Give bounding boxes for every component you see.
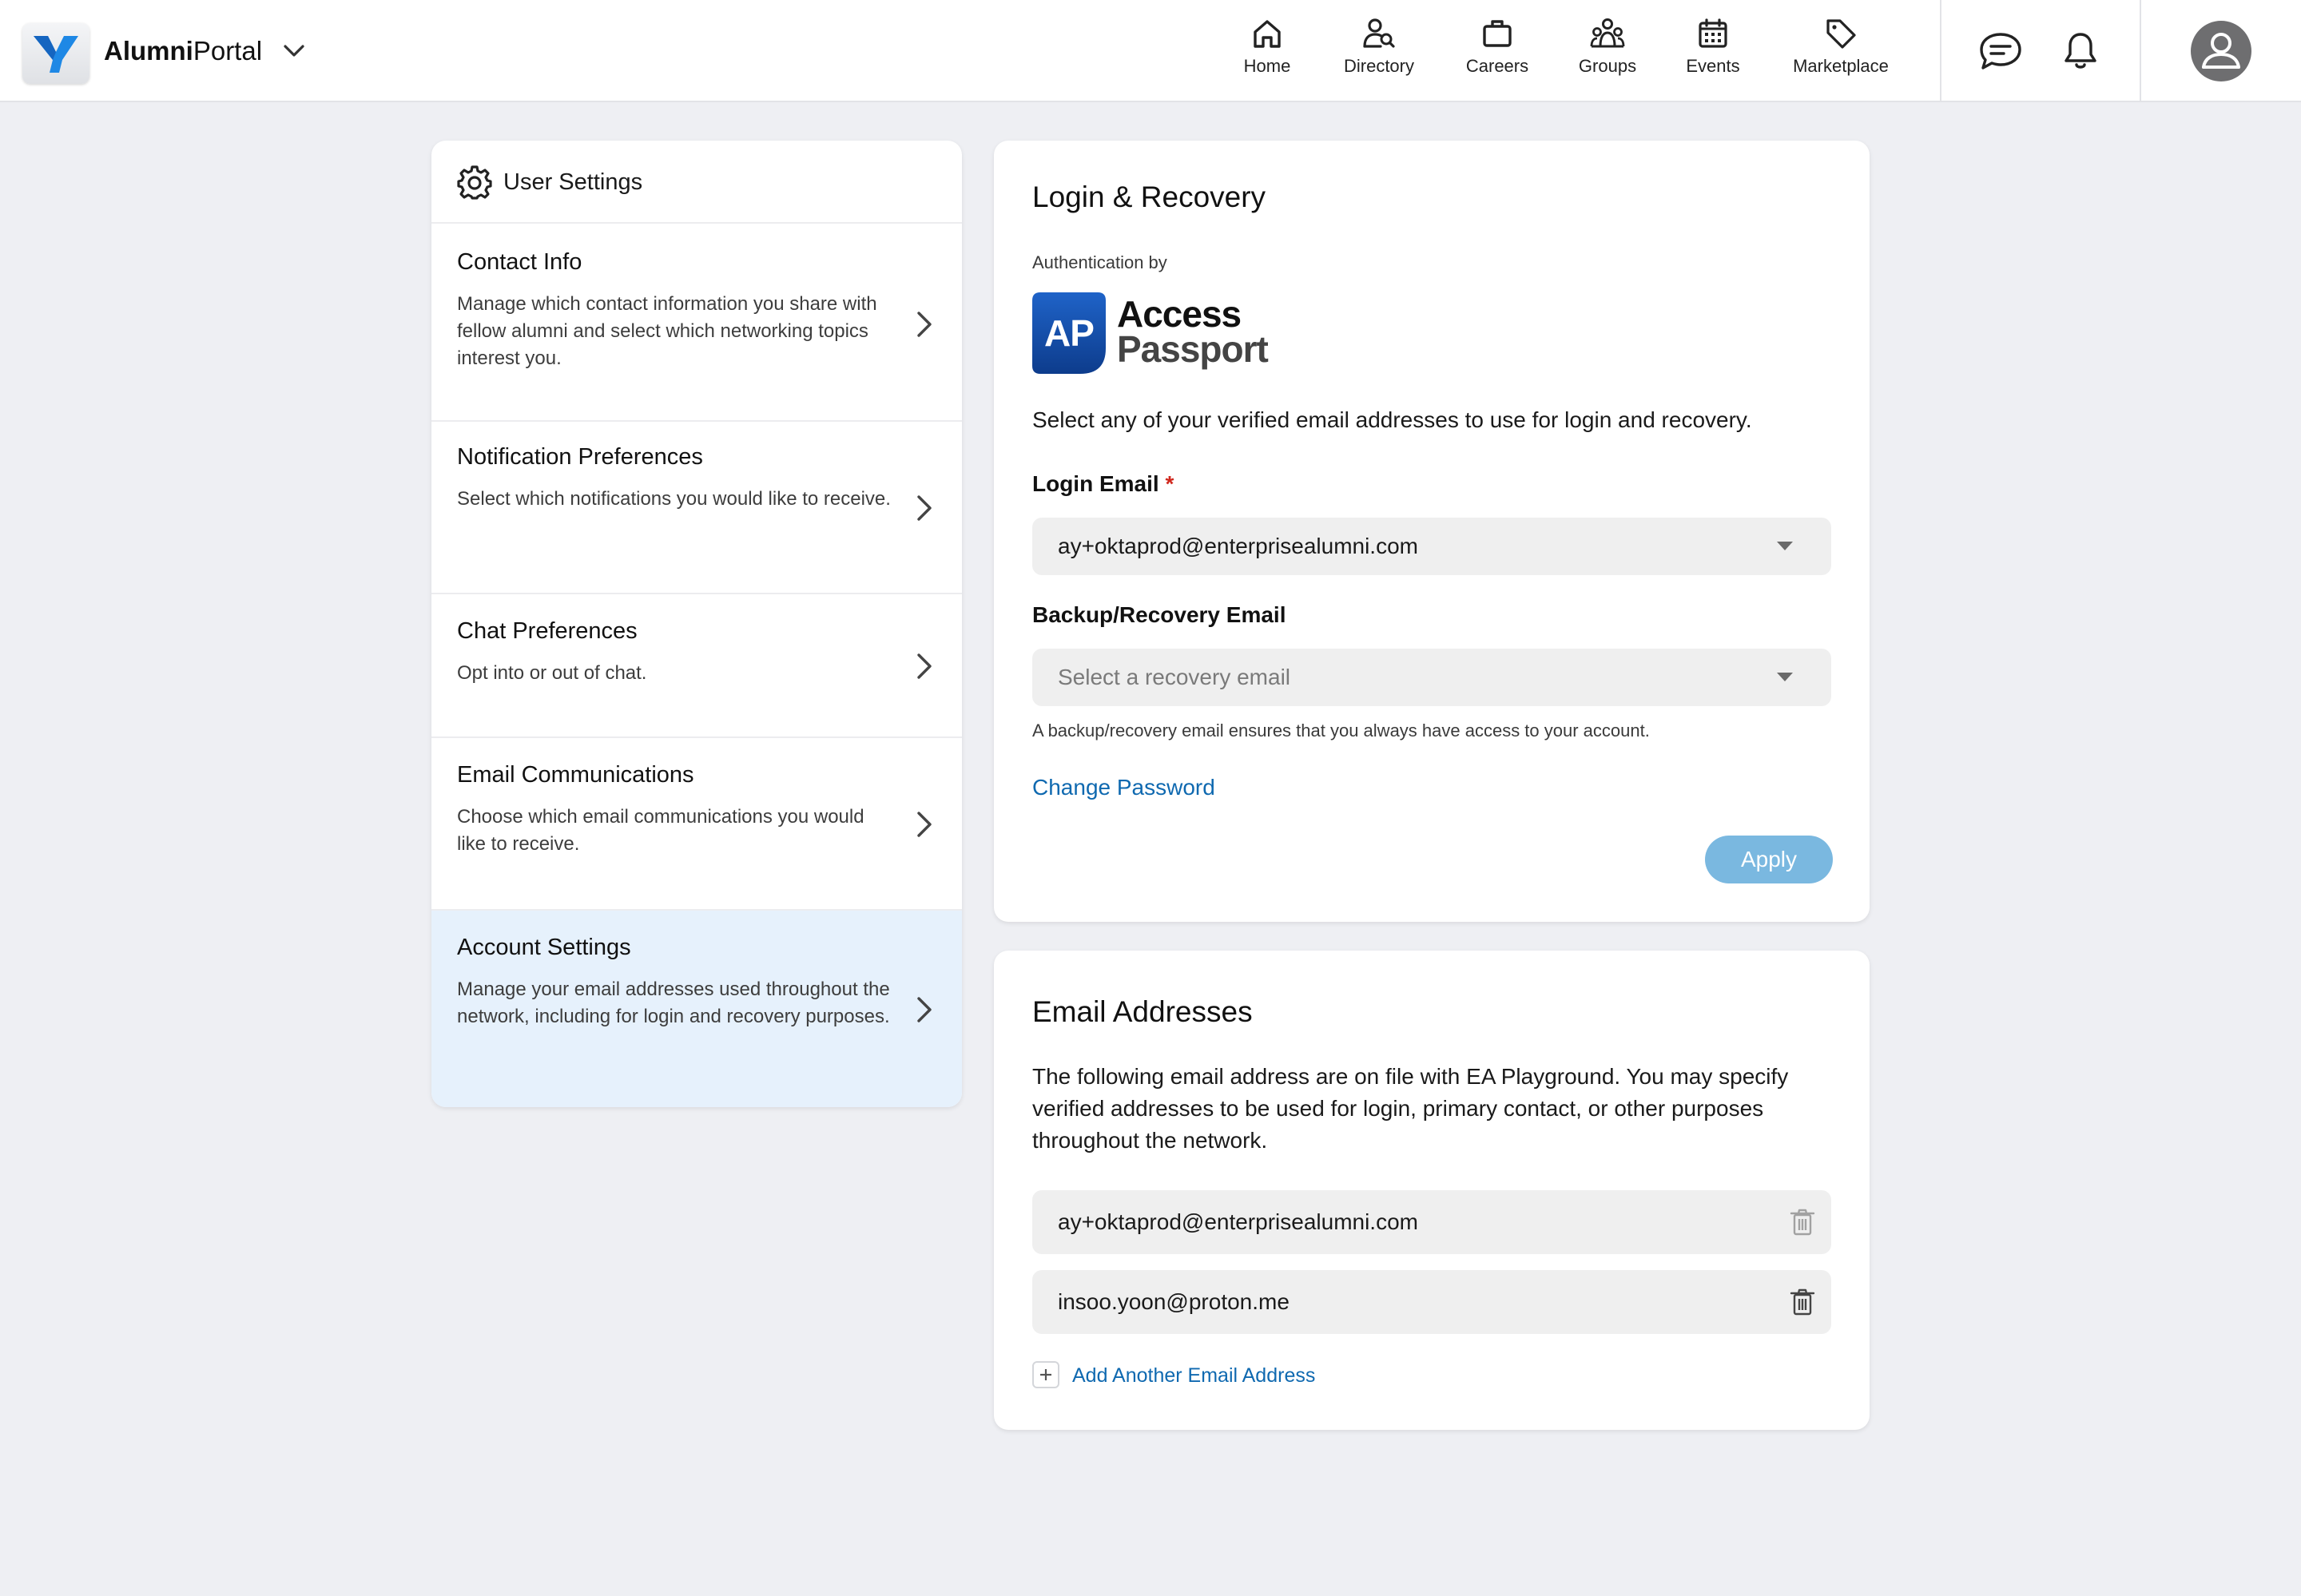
nav-directory[interactable]: Directory [1336, 14, 1422, 88]
nav-groups-label: Groups [1578, 56, 1637, 76]
chevron-right-icon [917, 812, 932, 837]
top-header: AlumniPortal Home Directory Careers Grou… [0, 0, 2301, 102]
nav-home-label: Home [1243, 56, 1291, 76]
tag-icon [1822, 14, 1860, 53]
app-switcher-chevron-down-icon[interactable] [280, 37, 308, 66]
plus-icon[interactable] [1032, 1361, 1059, 1388]
backup-help-text: A backup/recovery email ensures that you… [1032, 721, 1650, 740]
nav-careers-label: Careers [1465, 56, 1529, 76]
sidebar-item-description: Manage your email addresses used through… [457, 979, 890, 1027]
sidebar-item-description: Opt into or out of chat. [457, 662, 647, 684]
email-row: insoo.yoon@proton.me [1032, 1270, 1831, 1334]
trash-icon[interactable] [1788, 1288, 1817, 1316]
sidebar-item-account-settings[interactable]: Account Settings Manage your email addre… [431, 911, 962, 1107]
header-divider [1940, 0, 1941, 102]
user-avatar[interactable] [2191, 21, 2251, 81]
calendar-icon [1694, 14, 1732, 53]
logo-word-passport: Passport [1117, 328, 1269, 370]
add-email-link[interactable]: Add Another Email Address [1072, 1360, 1315, 1392]
access-passport-logo: AP Access Passport [1032, 292, 1288, 374]
settings-sidebar: User Settings Contact Info Manage which … [431, 141, 962, 1107]
caret-down-icon [1777, 673, 1793, 681]
backup-email-select[interactable]: Select a recovery email [1032, 649, 1831, 706]
chevron-right-icon [917, 997, 932, 1022]
sidebar-item-title: Contact Info [457, 249, 582, 275]
login-email-label: Login Email * [1032, 468, 1174, 500]
sidebar-header: User Settings [431, 141, 962, 224]
notifications-bell-icon[interactable] [2057, 27, 2104, 75]
logo-mark-text: AP [1044, 312, 1095, 354]
login-intro-text: Select any of your verified email addres… [1032, 407, 1752, 432]
nav-home[interactable]: Home [1237, 14, 1298, 88]
nav-events[interactable]: Events [1679, 14, 1747, 88]
sidebar-title: User Settings [503, 169, 643, 195]
email-addresses-card: Email Addresses The following email addr… [994, 951, 1870, 1430]
login-recovery-card: Login & Recovery Authentication by AP Ac… [994, 141, 1870, 922]
nav-groups[interactable]: Groups [1572, 14, 1643, 88]
sidebar-item-title: Notification Preferences [457, 444, 703, 470]
email-addresses-title: Email Addresses [1032, 995, 1253, 1028]
nav-marketplace-label: Marketplace [1793, 56, 1889, 76]
home-icon [1248, 14, 1286, 53]
caret-down-icon [1777, 542, 1793, 550]
chevron-right-icon [917, 653, 932, 679]
login-email-select[interactable]: ay+oktaprod@enterprisealumni.com [1032, 518, 1831, 575]
sidebar-item-notification-preferences[interactable]: Notification Preferences Select which no… [431, 422, 962, 594]
gear-icon [457, 165, 492, 200]
messages-icon[interactable] [1977, 27, 2025, 75]
login-recovery-title: Login & Recovery [1032, 181, 1266, 213]
auth-by-label: Authentication by [1032, 252, 1167, 272]
nav-events-label: Events [1686, 56, 1740, 76]
email-address: ay+oktaprod@enterprisealumni.com [1058, 1209, 1418, 1234]
app-name: AlumniPortal [104, 32, 262, 70]
chevron-right-icon [917, 312, 932, 337]
app-logo[interactable] [22, 23, 89, 84]
email-row: ay+oktaprod@enterprisealumni.com [1032, 1190, 1831, 1254]
nav-marketplace[interactable]: Marketplace [1785, 14, 1897, 88]
sidebar-item-description: Choose which email communications you wo… [457, 806, 864, 855]
logo-word-access: Access [1117, 293, 1242, 335]
sidebar-item-title: Chat Preferences [457, 618, 638, 644]
email-addresses-intro: The following email address are on file … [1032, 1064, 1789, 1153]
directory-icon [1360, 14, 1398, 53]
change-password-link[interactable]: Change Password [1032, 772, 1215, 804]
app-name-bold: Alumni [104, 36, 193, 66]
sidebar-item-email-communications[interactable]: Email Communications Choose which email … [431, 738, 962, 911]
header-divider-2 [2140, 0, 2141, 102]
backup-email-label: Backup/Recovery Email [1032, 602, 1286, 627]
sidebar-item-contact-info[interactable]: Contact Info Manage which contact inform… [431, 224, 962, 422]
groups-icon [1588, 14, 1627, 53]
briefcase-icon [1478, 14, 1516, 53]
chevron-right-icon [917, 495, 932, 521]
login-email-label-text: Login Email [1032, 471, 1159, 496]
nav-careers[interactable]: Careers [1459, 14, 1536, 88]
sidebar-item-title: Email Communications [457, 762, 694, 788]
sidebar-item-description: Manage which contact information you sha… [457, 293, 877, 369]
login-email-value: ay+oktaprod@enterprisealumni.com [1058, 534, 1418, 558]
app-logo-icon [34, 36, 78, 73]
nav-directory-label: Directory [1343, 56, 1414, 76]
backup-email-placeholder: Select a recovery email [1058, 665, 1291, 689]
sidebar-item-chat-preferences[interactable]: Chat Preferences Opt into or out of chat… [431, 594, 962, 738]
apply-button[interactable]: Apply [1705, 836, 1833, 883]
trash-icon[interactable] [1788, 1208, 1817, 1237]
email-address: insoo.yoon@proton.me [1058, 1289, 1290, 1314]
user-avatar-icon [2202, 33, 2240, 69]
required-asterisk: * [1165, 471, 1174, 496]
sidebar-item-description: Select which notifications you would lik… [457, 488, 891, 510]
sidebar-item-title: Account Settings [457, 935, 631, 960]
app-name-rest: Portal [193, 36, 263, 66]
